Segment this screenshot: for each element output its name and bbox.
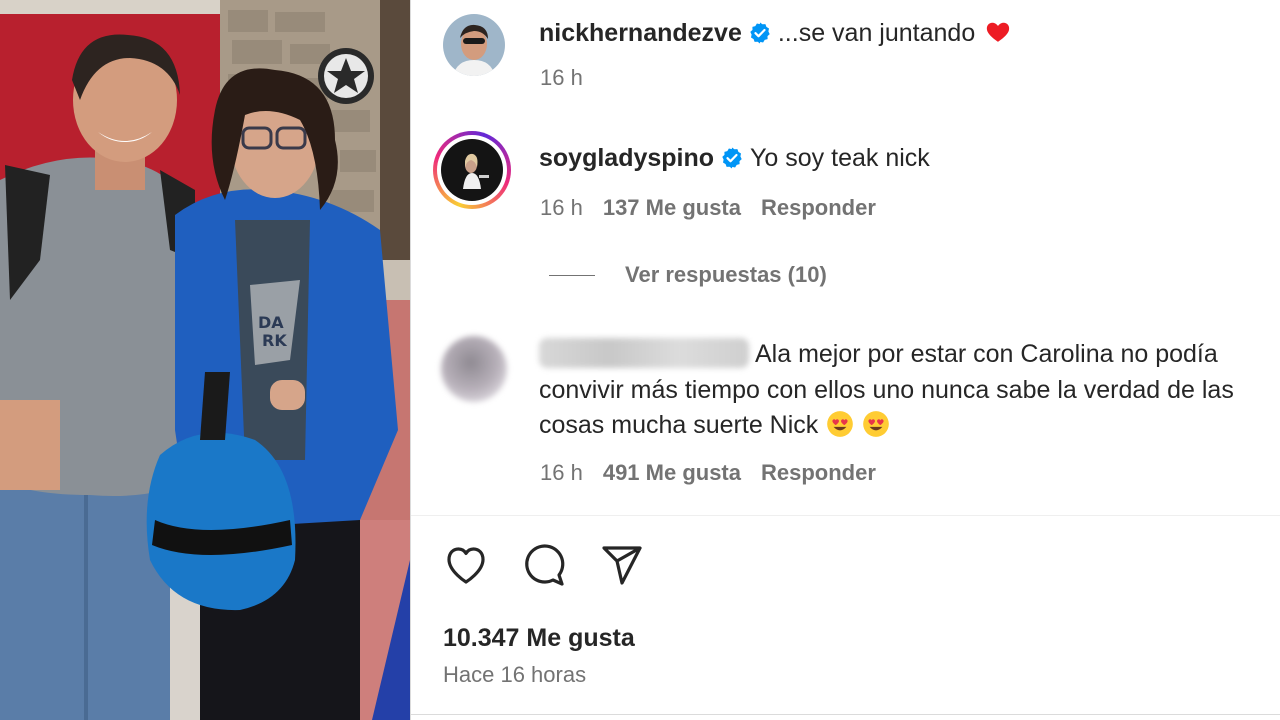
comment-2-line-1: Ala mejor por estar con Carolina no podí…: [539, 336, 1218, 372]
post-time: 16 h: [540, 65, 583, 90]
post-photo: DA RK: [0, 0, 410, 720]
post-caption: ...se van juntando: [777, 19, 976, 47]
comment-1-username[interactable]: soygladyspino: [539, 144, 714, 172]
heart-eyes-emoji-icon: [827, 411, 854, 437]
blurred-username[interactable]: [539, 338, 749, 368]
commenter-avatar[interactable]: [441, 139, 503, 201]
comments-panel: nickhernandezve ...se van juntando 16 h s…: [411, 0, 1280, 720]
comment-2-text-line1: Ala mejor por estar con Carolina no podí…: [755, 340, 1218, 368]
verified-badge-icon: [750, 22, 770, 44]
comment-bubble-icon[interactable]: [519, 540, 569, 590]
comment-2-text-line3: cosas mucha suerte Nick: [539, 411, 819, 439]
actions-divider: [411, 515, 1280, 516]
author-username[interactable]: nickhernandezve: [539, 19, 742, 47]
comment-2-line-3: cosas mucha suerte Nick: [539, 407, 890, 443]
comment-2-meta: 16 h 491 Me gusta Responder: [540, 459, 896, 487]
comment-2-line-2: convivir más tiempo con ellos uno nunca …: [539, 376, 1234, 404]
comment-2-time: 16 h: [540, 460, 583, 485]
story-ring[interactable]: [433, 131, 511, 209]
red-heart-emoji-icon: [987, 22, 1010, 42]
comment-1-reply-button[interactable]: Responder: [761, 195, 876, 220]
replies-divider: [549, 275, 595, 276]
heart-eyes-emoji-icon: [863, 411, 890, 437]
view-replies-button[interactable]: Ver respuestas (10): [625, 262, 827, 288]
blurred-commenter-avatar[interactable]: [441, 336, 507, 402]
comment-1-line: soygladyspino Yo soy teak nick: [539, 140, 930, 176]
share-paper-plane-icon[interactable]: [597, 540, 647, 590]
post-timestamp: Hace 16 horas: [443, 662, 587, 687]
comment-2-reply-button[interactable]: Responder: [761, 460, 876, 485]
post-meta: 16 h: [540, 64, 603, 92]
comment-1-likes[interactable]: 137 Me gusta: [603, 195, 741, 220]
like-heart-icon[interactable]: [441, 540, 491, 590]
comment-1-time: 16 h: [540, 195, 583, 220]
bottom-divider: [411, 714, 1280, 715]
svg-text:DA: DA: [258, 313, 284, 332]
comment-1-text: Yo soy teak nick: [750, 144, 930, 172]
total-likes[interactable]: 10.347 Me gusta: [443, 624, 635, 653]
comment-2-likes[interactable]: 491 Me gusta: [603, 460, 741, 485]
post-caption-line: nickhernandezve ...se van juntando: [539, 15, 1011, 51]
comment-1-meta: 16 h 137 Me gusta Responder: [540, 194, 896, 222]
author-avatar[interactable]: [443, 14, 505, 76]
verified-badge-icon: [722, 147, 742, 169]
svg-text:RK: RK: [262, 331, 287, 350]
